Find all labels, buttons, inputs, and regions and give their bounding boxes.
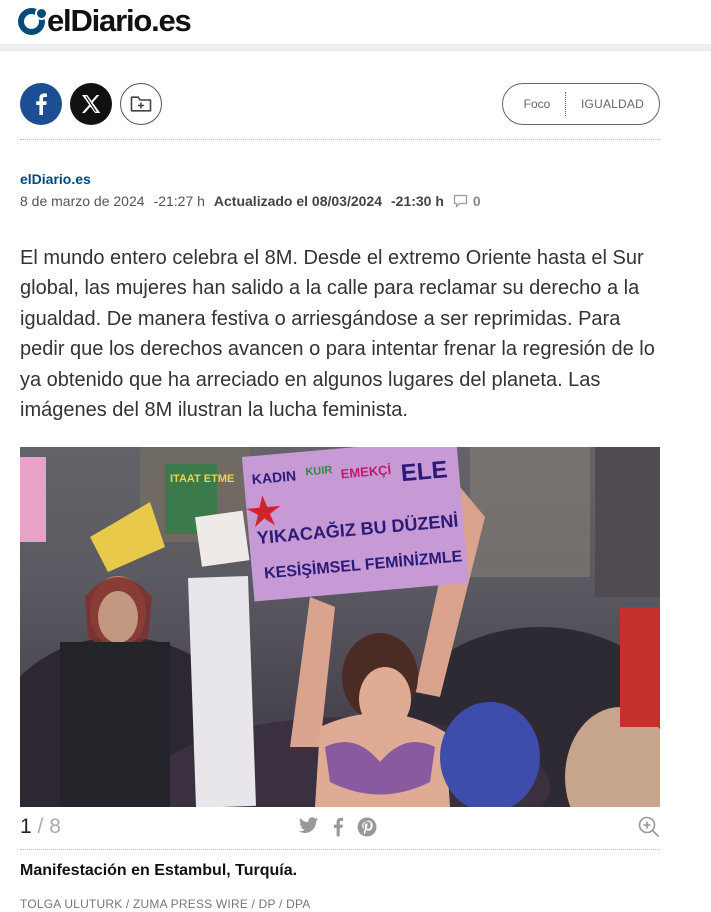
- sign-text-4: ELE: [400, 456, 449, 487]
- logo-text: elDiario.es: [47, 3, 192, 38]
- facebook-icon: [36, 93, 47, 115]
- tag-topic[interactable]: IGUALDAD: [566, 97, 659, 111]
- pinterest-icon[interactable]: [357, 817, 377, 837]
- gallery-controls: 1 / 8: [20, 814, 660, 840]
- gallery-share: [298, 817, 377, 837]
- photo-caption: Manifestación en Estambul, Turquía.: [20, 862, 298, 879]
- sign-text-2: KUIR: [305, 464, 333, 478]
- publish-time: -21:27 h: [153, 193, 205, 209]
- site-logo[interactable]: elDiario.es: [18, 3, 192, 38]
- article-meta: 8 de marzo de 2024 -21:27 h Actualizado …: [20, 193, 481, 209]
- sign-green-text: ITAAT ETME: [170, 473, 234, 485]
- gallery-photo[interactable]: ITAAT ETME KADIN KUIR EMEKÇİ ELE YIKACAĞ…: [20, 447, 660, 807]
- facebook-share-button[interactable]: [20, 83, 62, 125]
- updated-time: -21:30 h: [391, 193, 444, 209]
- divider: [20, 849, 660, 850]
- share-buttons: [20, 83, 162, 125]
- x-icon: [82, 95, 101, 113]
- comment-icon: [453, 194, 468, 208]
- facebook-icon[interactable]: [332, 817, 344, 837]
- article-lead: El mundo entero celebra el 8M. Desde el …: [20, 247, 655, 422]
- folder-add-icon: [130, 96, 152, 112]
- photo-credit: TOLGA ULUTURK / ZUMA PRESS WIRE / DP / D…: [20, 897, 311, 911]
- publish-date: 8 de marzo de 2024: [20, 193, 145, 209]
- author-link[interactable]: elDiario.es: [20, 171, 91, 187]
- updated-label: Actualizado el 08/03/2024: [213, 193, 382, 209]
- comments-link[interactable]: 0: [453, 193, 481, 209]
- zoom-button[interactable]: [638, 816, 660, 843]
- site-header: elDiario.es: [0, 0, 711, 44]
- divider: [20, 139, 660, 140]
- tag-section[interactable]: Foco: [503, 97, 565, 111]
- x-share-button[interactable]: [70, 83, 112, 125]
- header-divider: [0, 44, 711, 51]
- gallery-counter: 1 / 8: [20, 815, 61, 839]
- save-button[interactable]: [120, 83, 162, 125]
- logo-icon: [18, 6, 48, 35]
- gallery-total: 8: [49, 815, 61, 838]
- comment-count: 0: [472, 193, 481, 209]
- gallery-current: 1: [20, 815, 32, 838]
- zoom-icon: [638, 816, 660, 838]
- section-tags: Foco IGUALDAD: [502, 83, 660, 125]
- gallery-separator: /: [37, 815, 44, 838]
- twitter-icon[interactable]: [298, 817, 319, 835]
